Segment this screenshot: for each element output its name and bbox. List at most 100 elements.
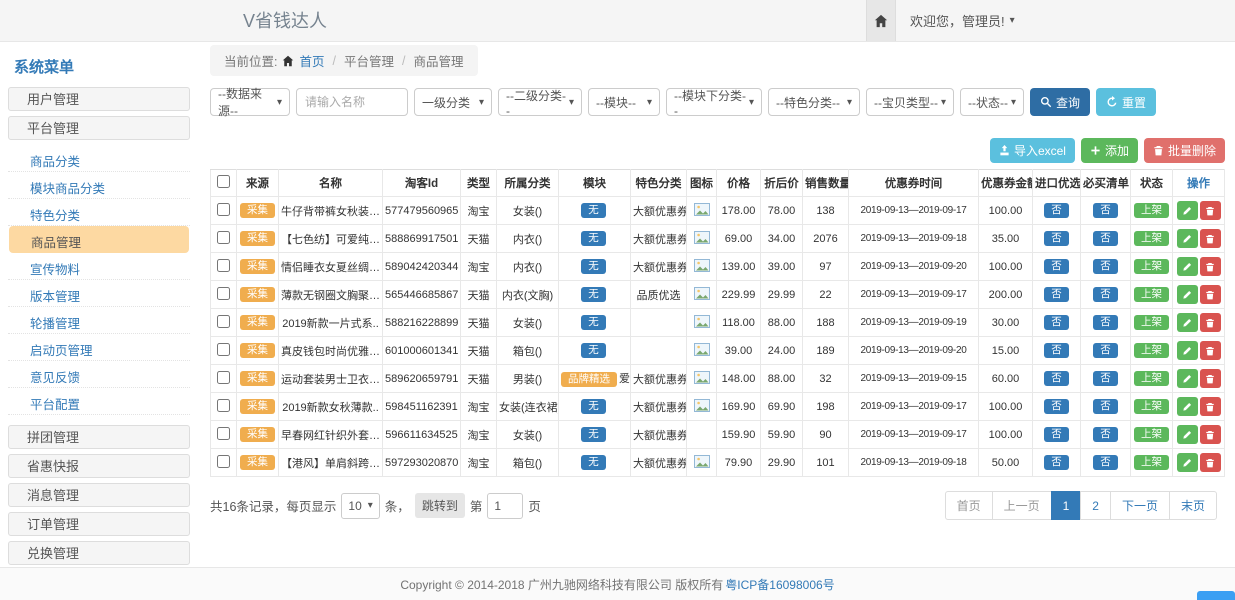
row-checkbox[interactable]	[217, 427, 230, 440]
must-buy-toggle[interactable]: 否	[1093, 203, 1118, 218]
jump-button[interactable]: 跳转到	[415, 493, 465, 518]
filter-select[interactable]: --特色分类-- ▾	[768, 88, 860, 116]
sidebar-item[interactable]: 意见反馈	[8, 361, 190, 388]
edit-button[interactable]	[1177, 201, 1198, 220]
delete-button[interactable]	[1200, 257, 1221, 276]
must-buy-toggle[interactable]: 否	[1093, 231, 1118, 246]
edit-button[interactable]	[1177, 257, 1198, 276]
must-buy-toggle[interactable]: 否	[1093, 399, 1118, 414]
must-buy-toggle[interactable]: 否	[1093, 455, 1118, 470]
sidebar-item[interactable]: 启动页管理	[8, 334, 190, 361]
must-buy-toggle[interactable]: 否	[1093, 371, 1118, 386]
delete-button[interactable]	[1200, 369, 1221, 388]
jump-page-input[interactable]	[487, 493, 523, 519]
delete-button[interactable]	[1200, 229, 1221, 248]
page-button[interactable]: 末页	[1169, 491, 1217, 520]
delete-button[interactable]	[1200, 313, 1221, 332]
delete-button[interactable]	[1200, 453, 1221, 472]
per-page-select[interactable]: 10 ▾	[341, 493, 379, 519]
filter-select[interactable]: --模块-- ▾	[588, 88, 660, 116]
page-button[interactable]: 1	[1051, 491, 1082, 520]
delete-button[interactable]	[1200, 201, 1221, 220]
edit-button[interactable]	[1177, 285, 1198, 304]
sidebar-item[interactable]: 模块商品分类	[8, 172, 190, 199]
sidebar-item[interactable]: 商品分类	[8, 145, 190, 172]
page-button[interactable]: 首页	[945, 491, 993, 520]
delete-button[interactable]	[1200, 341, 1221, 360]
search-button[interactable]: 查询	[1030, 88, 1090, 116]
must-buy-toggle[interactable]: 否	[1093, 343, 1118, 358]
name-search-input[interactable]	[296, 88, 408, 116]
must-buy-toggle[interactable]: 否	[1093, 259, 1118, 274]
edit-button[interactable]	[1177, 341, 1198, 360]
row-checkbox[interactable]	[217, 203, 230, 216]
imported-toggle[interactable]: 否	[1044, 259, 1069, 274]
icp-link[interactable]: 粤ICP备16098006号	[725, 576, 834, 593]
filter-select[interactable]: --状态-- ▾	[960, 88, 1024, 116]
page-button[interactable]: 2	[1080, 491, 1111, 520]
edit-button[interactable]	[1177, 397, 1198, 416]
row-checkbox[interactable]	[217, 287, 230, 300]
page-button[interactable]: 下一页	[1110, 491, 1170, 520]
sidebar-item[interactable]: 平台配置	[8, 388, 190, 415]
imported-toggle[interactable]: 否	[1044, 371, 1069, 386]
status-badge[interactable]: 上架	[1134, 259, 1169, 274]
sidebar-item[interactable]: 拼团管理	[8, 425, 190, 449]
home-button[interactable]	[866, 0, 896, 41]
status-badge[interactable]: 上架	[1134, 455, 1169, 470]
edit-button[interactable]	[1177, 313, 1198, 332]
sidebar-item[interactable]: 版本管理	[8, 280, 190, 307]
breadcrumb-home-link[interactable]: 首页	[299, 51, 324, 70]
delete-button[interactable]	[1200, 397, 1221, 416]
user-menu[interactable]: 欢迎您，管理员! ▾	[910, 11, 1015, 30]
sidebar-item[interactable]: 宣传物料	[8, 253, 190, 280]
imported-toggle[interactable]: 否	[1044, 455, 1069, 470]
edit-button[interactable]	[1177, 453, 1198, 472]
status-badge[interactable]: 上架	[1134, 371, 1169, 386]
must-buy-toggle[interactable]: 否	[1093, 315, 1118, 330]
sidebar-item[interactable]: 轮播管理	[8, 307, 190, 334]
sidebar-item[interactable]: 用户管理	[8, 87, 190, 111]
batch-delete-button[interactable]: 批量删除	[1144, 138, 1225, 163]
imported-toggle[interactable]: 否	[1044, 287, 1069, 302]
row-checkbox[interactable]	[217, 315, 230, 328]
status-badge[interactable]: 上架	[1134, 287, 1169, 302]
select-all-checkbox[interactable]	[217, 175, 230, 188]
filter-select[interactable]: --二级分类-- ▾	[498, 88, 582, 116]
status-badge[interactable]: 上架	[1134, 427, 1169, 442]
row-checkbox[interactable]	[217, 371, 230, 384]
delete-button[interactable]	[1200, 425, 1221, 444]
sidebar-item[interactable]: 兑换管理	[8, 541, 190, 565]
edit-button[interactable]	[1177, 369, 1198, 388]
row-checkbox[interactable]	[217, 399, 230, 412]
edit-button[interactable]	[1177, 425, 1198, 444]
filter-select[interactable]: --模块下分类-- ▾	[666, 88, 762, 116]
imported-toggle[interactable]: 否	[1044, 343, 1069, 358]
imported-toggle[interactable]: 否	[1044, 203, 1069, 218]
row-checkbox[interactable]	[217, 259, 230, 272]
row-checkbox[interactable]	[217, 455, 230, 468]
sidebar-item[interactable]: 订单管理	[8, 512, 190, 536]
edit-button[interactable]	[1177, 229, 1198, 248]
data-source-select[interactable]: --数据来源-- ▾	[210, 88, 290, 116]
sidebar-item[interactable]: 特色分类	[8, 199, 190, 226]
status-badge[interactable]: 上架	[1134, 231, 1169, 246]
page-button[interactable]: 上一页	[992, 491, 1052, 520]
status-badge[interactable]: 上架	[1134, 399, 1169, 414]
imported-toggle[interactable]: 否	[1044, 399, 1069, 414]
status-badge[interactable]: 上架	[1134, 315, 1169, 330]
sidebar-item[interactable]: 消息管理	[8, 483, 190, 507]
status-badge[interactable]: 上架	[1134, 203, 1169, 218]
row-checkbox[interactable]	[217, 231, 230, 244]
row-checkbox[interactable]	[217, 343, 230, 356]
must-buy-toggle[interactable]: 否	[1093, 287, 1118, 302]
status-badge[interactable]: 上架	[1134, 343, 1169, 358]
back-to-top-button[interactable]	[1197, 591, 1235, 600]
add-button[interactable]: 添加	[1081, 138, 1138, 163]
sidebar-item[interactable]: 平台管理	[8, 116, 190, 140]
imported-toggle[interactable]: 否	[1044, 315, 1069, 330]
imported-toggle[interactable]: 否	[1044, 231, 1069, 246]
imported-toggle[interactable]: 否	[1044, 427, 1069, 442]
reset-button[interactable]: 重置	[1096, 88, 1156, 116]
import-excel-button[interactable]: 导入excel	[990, 138, 1075, 163]
